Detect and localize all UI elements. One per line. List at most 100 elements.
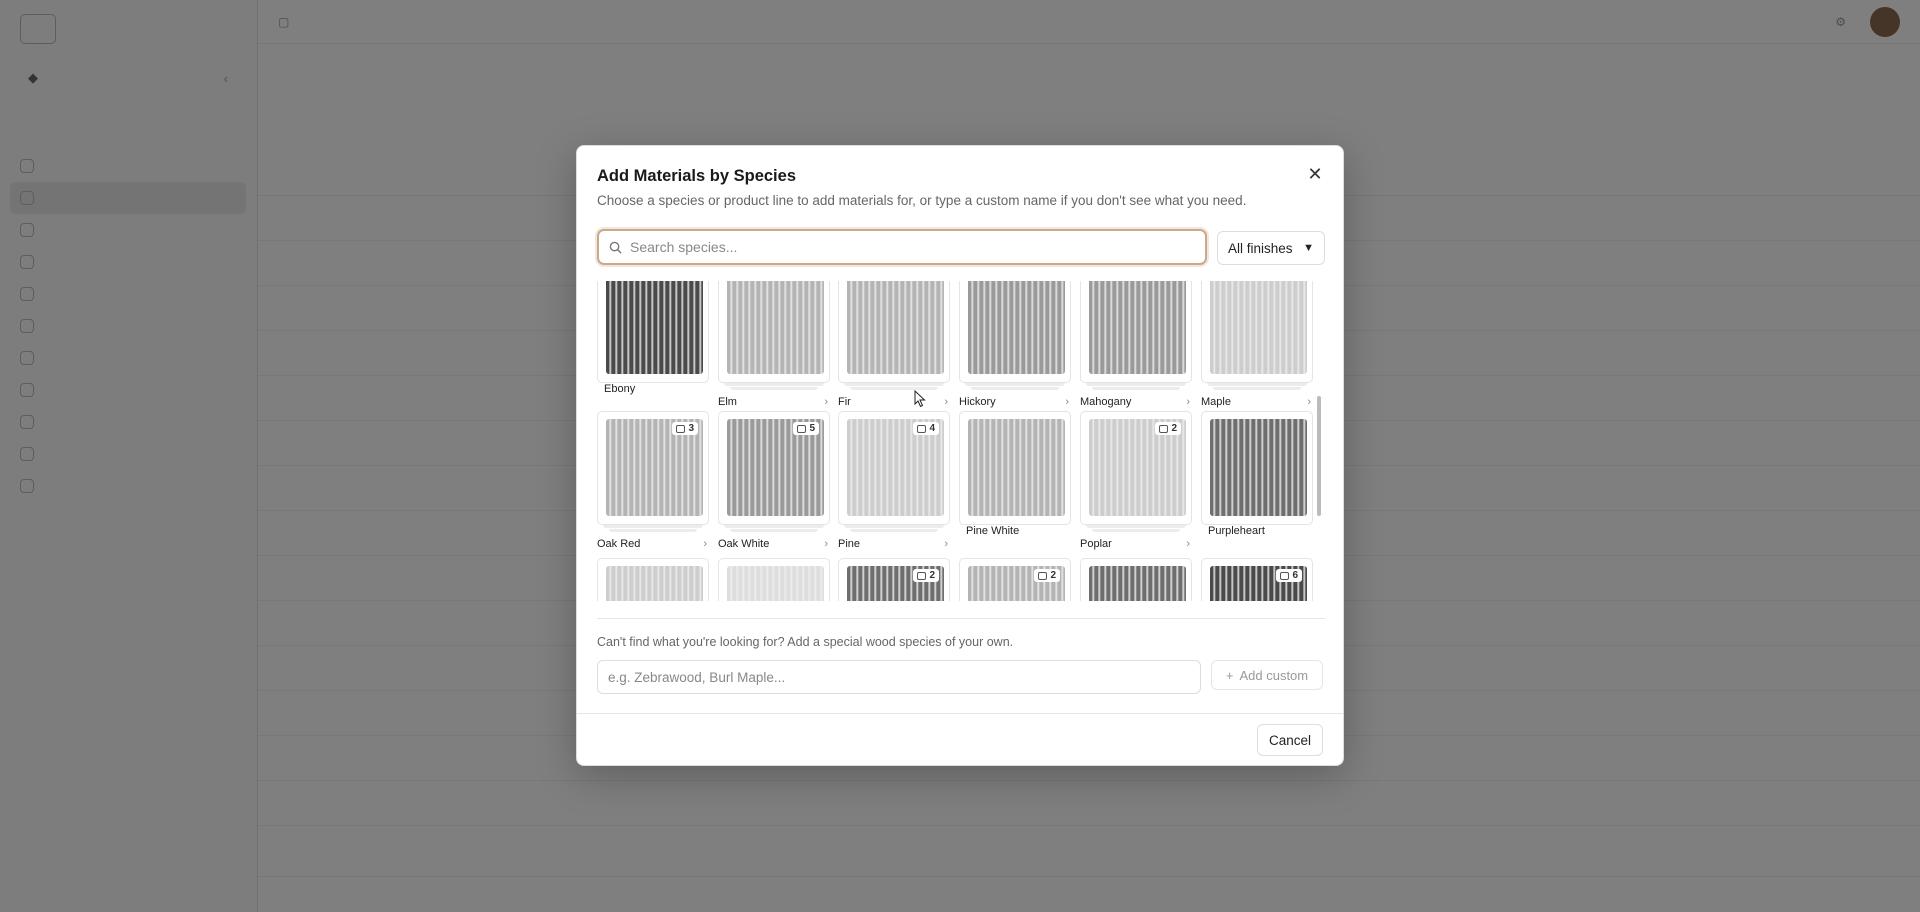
stack-indicator <box>971 387 1059 390</box>
close-icon[interactable]: ✕ <box>1305 164 1325 184</box>
species-swatch: 2 <box>968 566 1065 601</box>
species-name: Mahogany <box>1080 396 1132 408</box>
stack-indicator <box>844 525 944 528</box>
badge-count: 4 <box>929 423 935 434</box>
species-swatch: 2 <box>847 566 944 601</box>
species-swatch: 6 <box>1210 566 1307 601</box>
species-card[interactable] <box>718 558 830 601</box>
species-card[interactable]: 4 Pine › <box>838 411 950 561</box>
badge-count: 2 <box>1050 570 1056 581</box>
species-card-frame <box>1201 281 1313 383</box>
variant-count-badge: 2 <box>1155 422 1181 435</box>
species-card[interactable]: 6 <box>1201 558 1313 601</box>
species-card-frame: 2 <box>959 558 1071 601</box>
species-card[interactable]: Ebony <box>597 281 709 419</box>
species-card[interactable]: Purpleheart <box>1201 411 1313 561</box>
species-name: Oak White <box>718 538 770 550</box>
dialog-title: Add Materials by Species <box>597 167 796 185</box>
add-custom-button[interactable]: + Add custom <box>1211 660 1323 690</box>
cancel-button[interactable]: Cancel <box>1257 724 1323 756</box>
species-name: Poplar <box>1080 538 1112 550</box>
species-card[interactable]: 3 Oak Red › <box>597 411 709 561</box>
species-name: Hickory <box>959 396 996 408</box>
plus-icon: + <box>1225 667 1234 683</box>
variant-count-badge: 4 <box>913 422 939 435</box>
search-input[interactable] <box>630 239 1205 255</box>
stack-indicator <box>724 525 824 528</box>
stack-indicator <box>1086 525 1186 528</box>
species-swatch <box>1089 281 1186 374</box>
variant-count-badge: 2 <box>913 569 939 582</box>
species-swatch <box>1089 566 1186 601</box>
species-swatch <box>606 281 703 374</box>
finish-filter-select[interactable]: All finishes ▼ <box>1217 231 1325 265</box>
species-card-frame <box>1201 411 1313 525</box>
layers-icon <box>676 424 686 433</box>
stack-indicator <box>1086 383 1186 386</box>
species-card-frame <box>1080 558 1192 601</box>
stack-indicator <box>844 383 944 386</box>
species-grid-viewport: Ebony Elm › Fir › Hickory › Mahogany › Maple › 3 Oak… <box>597 281 1332 601</box>
chevron-right-icon: › <box>944 538 948 550</box>
species-card[interactable]: Maple › <box>1201 281 1313 419</box>
species-name: Fir <box>838 396 851 408</box>
species-card-frame <box>718 281 830 383</box>
species-card[interactable]: 5 Oak White › <box>718 411 830 561</box>
species-card[interactable]: Fir › <box>838 281 950 419</box>
stack-indicator <box>609 529 697 532</box>
variant-count-badge: 2 <box>1034 569 1060 582</box>
species-search[interactable] <box>597 229 1207 265</box>
species-card[interactable] <box>597 558 709 601</box>
chevron-right-icon: › <box>1186 396 1190 408</box>
species-card[interactable] <box>1080 558 1192 601</box>
species-swatch <box>847 281 944 374</box>
layers-icon <box>917 571 927 580</box>
badge-count: 2 <box>929 570 935 581</box>
stack-indicator <box>1213 387 1301 390</box>
chevron-down-icon: ▼ <box>1303 242 1314 254</box>
species-card-frame <box>1080 281 1192 383</box>
species-card[interactable]: Elm › <box>718 281 830 419</box>
layers-icon <box>1038 571 1048 580</box>
stack-indicator <box>724 383 824 386</box>
species-swatch: 5 <box>727 419 824 516</box>
species-name: Oak Red <box>597 538 641 550</box>
chevron-right-icon: › <box>824 538 828 550</box>
species-name: Elm <box>718 396 737 408</box>
species-card-frame <box>597 558 709 601</box>
species-swatch <box>1210 281 1307 374</box>
finish-filter-value: All finishes <box>1228 240 1293 256</box>
species-name: Maple <box>1201 396 1231 408</box>
species-card[interactable]: Mahogany › <box>1080 281 1192 419</box>
add-custom-label: Add custom <box>1239 667 1309 683</box>
species-swatch <box>968 281 1065 374</box>
layers-icon <box>1159 424 1169 433</box>
custom-species-input[interactable] <box>597 660 1201 694</box>
species-card[interactable]: 2 Poplar › <box>1080 411 1192 561</box>
species-card[interactable]: Hickory › <box>959 281 1071 419</box>
chevron-right-icon: › <box>1065 396 1069 408</box>
species-swatch: 3 <box>606 419 703 516</box>
species-card[interactable]: 2 <box>838 558 950 601</box>
chevron-right-icon: › <box>1307 396 1311 408</box>
layers-icon <box>917 424 927 433</box>
species-card[interactable]: 2 <box>959 558 1071 601</box>
chevron-right-icon: › <box>1186 538 1190 550</box>
species-card-frame <box>718 558 830 601</box>
species-card-frame: 5 <box>718 411 830 525</box>
variant-count-badge: 5 <box>793 422 819 435</box>
species-swatch: 4 <box>847 419 944 516</box>
species-card[interactable]: Pine White <box>959 411 1071 561</box>
species-swatch <box>727 566 824 601</box>
species-swatch: 2 <box>1089 419 1186 516</box>
species-card-frame: 3 <box>597 411 709 525</box>
species-swatch <box>606 566 703 601</box>
grid-scrollbar[interactable] <box>1317 396 1321 516</box>
stack-indicator <box>1207 383 1307 386</box>
chevron-right-icon: › <box>703 538 707 550</box>
stack-indicator <box>850 529 938 532</box>
species-name: Purpleheart <box>1208 525 1265 537</box>
species-name: Pine <box>838 538 861 550</box>
species-card-frame: 6 <box>1201 558 1313 601</box>
species-swatch <box>1210 419 1307 516</box>
